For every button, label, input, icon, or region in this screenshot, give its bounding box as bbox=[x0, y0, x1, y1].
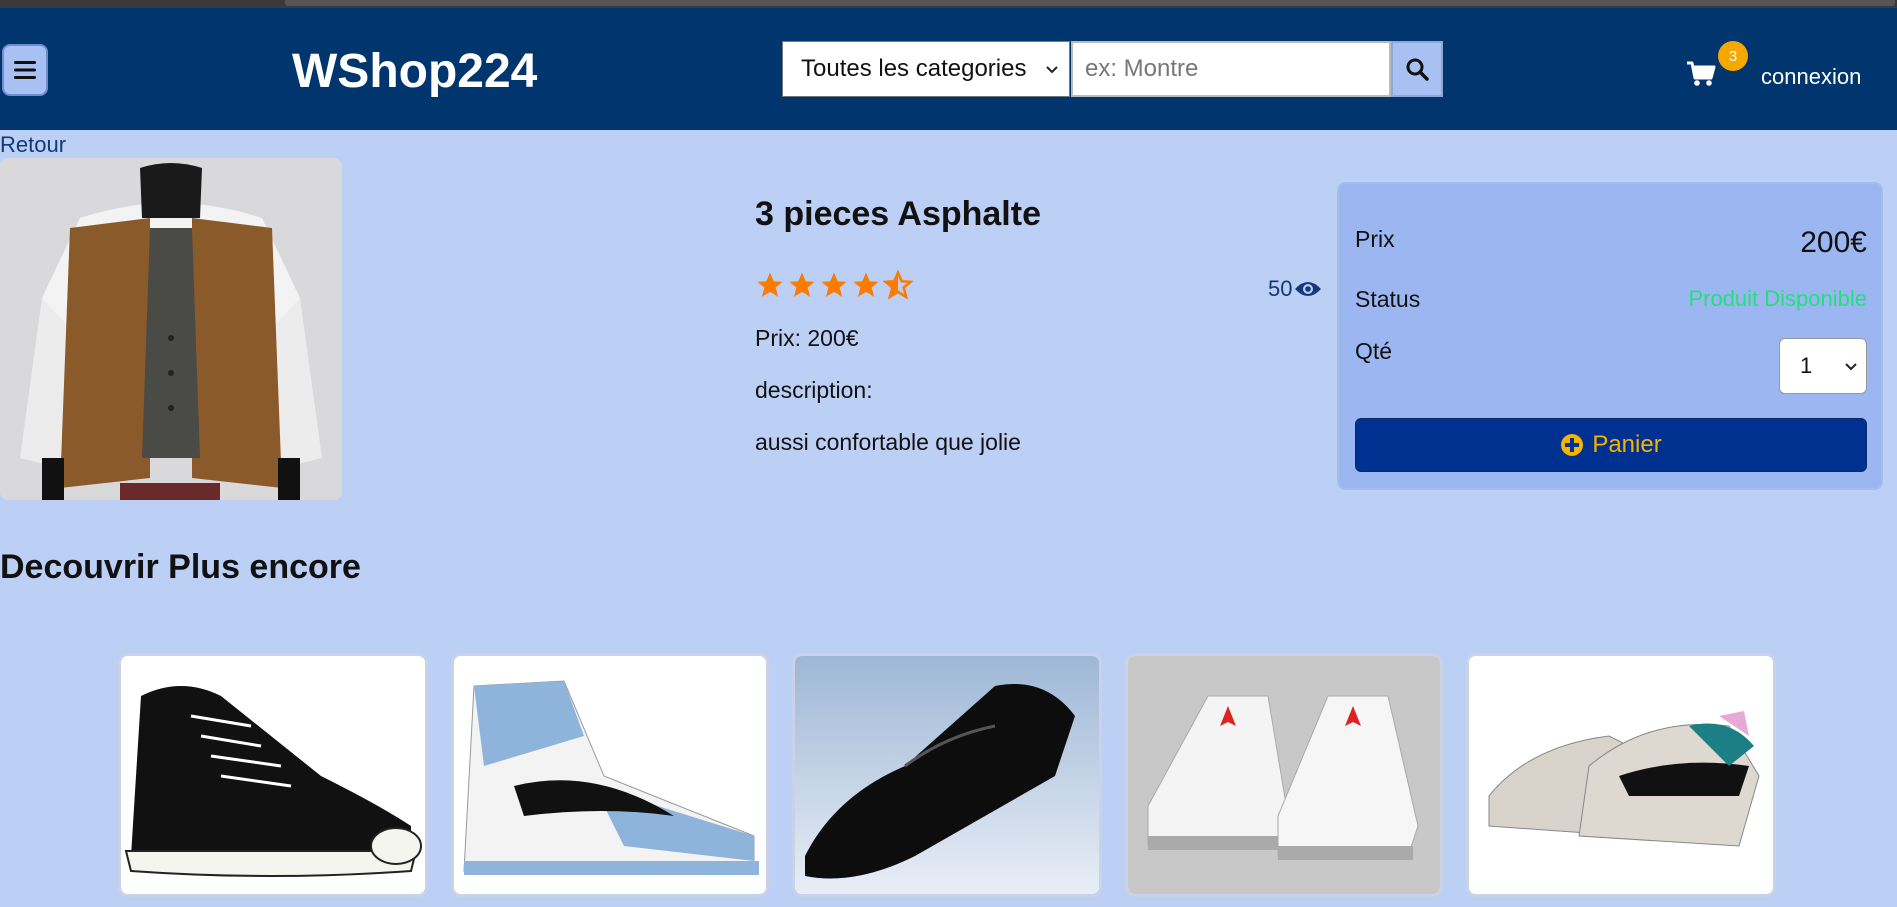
add-to-cart-label: Panier bbox=[1592, 431, 1662, 458]
add-to-cart-button[interactable]: Panier bbox=[1355, 418, 1867, 472]
chevron-down-icon bbox=[1046, 66, 1058, 74]
qty-label: Qté bbox=[1355, 338, 1393, 364]
status-label: Status bbox=[1355, 286, 1421, 312]
status-value: Produit Disponible bbox=[1688, 286, 1867, 311]
view-count: 50 bbox=[1268, 276, 1322, 302]
star-icon bbox=[789, 272, 815, 297]
product-card[interactable] bbox=[792, 653, 1102, 897]
purchase-panel: Prix 200€ Status Produit Disponible Qté … bbox=[1337, 182, 1883, 490]
scrollbar[interactable] bbox=[285, 0, 1895, 6]
product-card-image bbox=[795, 656, 1099, 894]
login-link[interactable]: connexion bbox=[1761, 64, 1861, 90]
price-label: Prix bbox=[1355, 226, 1395, 252]
product-card-image bbox=[454, 656, 766, 894]
product-image bbox=[0, 158, 342, 500]
cart-icon[interactable] bbox=[1686, 60, 1716, 88]
star-icon bbox=[821, 272, 847, 297]
product-card-image bbox=[1469, 656, 1773, 894]
back-link[interactable]: Retour bbox=[0, 132, 66, 158]
search-input[interactable]: ex: Montre bbox=[1071, 41, 1391, 97]
plus-circle-icon bbox=[1561, 434, 1584, 456]
product-card-image bbox=[121, 656, 425, 894]
product-card-image bbox=[1128, 656, 1440, 894]
site-logo[interactable]: WShop224 bbox=[292, 44, 537, 99]
view-count-value: 50 bbox=[1268, 276, 1293, 301]
product-card[interactable] bbox=[118, 653, 428, 897]
category-select[interactable]: Toutes les categories bbox=[782, 41, 1070, 97]
price-value: 200€ bbox=[1800, 226, 1867, 259]
product-card[interactable] bbox=[451, 653, 769, 897]
menu-button[interactable] bbox=[2, 44, 48, 96]
search-placeholder: ex: Montre bbox=[1085, 55, 1199, 82]
search-icon bbox=[1406, 58, 1429, 81]
hamburger-icon bbox=[14, 61, 36, 79]
half-star-icon bbox=[883, 270, 913, 300]
star-icon bbox=[853, 272, 879, 297]
chevron-down-icon bbox=[1845, 363, 1857, 371]
product-card[interactable] bbox=[1466, 653, 1776, 897]
search-button[interactable] bbox=[1391, 41, 1443, 97]
cart-count-badge: 3 bbox=[1718, 41, 1748, 71]
product-price-line: Prix: 200€ bbox=[755, 325, 859, 351]
product-card[interactable] bbox=[1125, 653, 1443, 897]
site-header: WShop224 Toutes les categories ex: Montr… bbox=[0, 8, 1897, 130]
browser-top-strip bbox=[0, 0, 1897, 8]
category-select-value: Toutes les categories bbox=[801, 55, 1027, 82]
rating-stars bbox=[755, 270, 913, 300]
description-label: description: bbox=[755, 377, 873, 403]
star-icon bbox=[757, 272, 783, 297]
product-description: aussi confortable que jolie bbox=[755, 429, 1021, 455]
quantity-value: 1 bbox=[1800, 353, 1813, 378]
quantity-select[interactable]: 1 bbox=[1779, 338, 1867, 394]
section-title: Decouvrir Plus encore bbox=[0, 548, 361, 586]
product-title: 3 pieces Asphalte bbox=[755, 195, 1041, 233]
eye-icon bbox=[1295, 282, 1322, 296]
